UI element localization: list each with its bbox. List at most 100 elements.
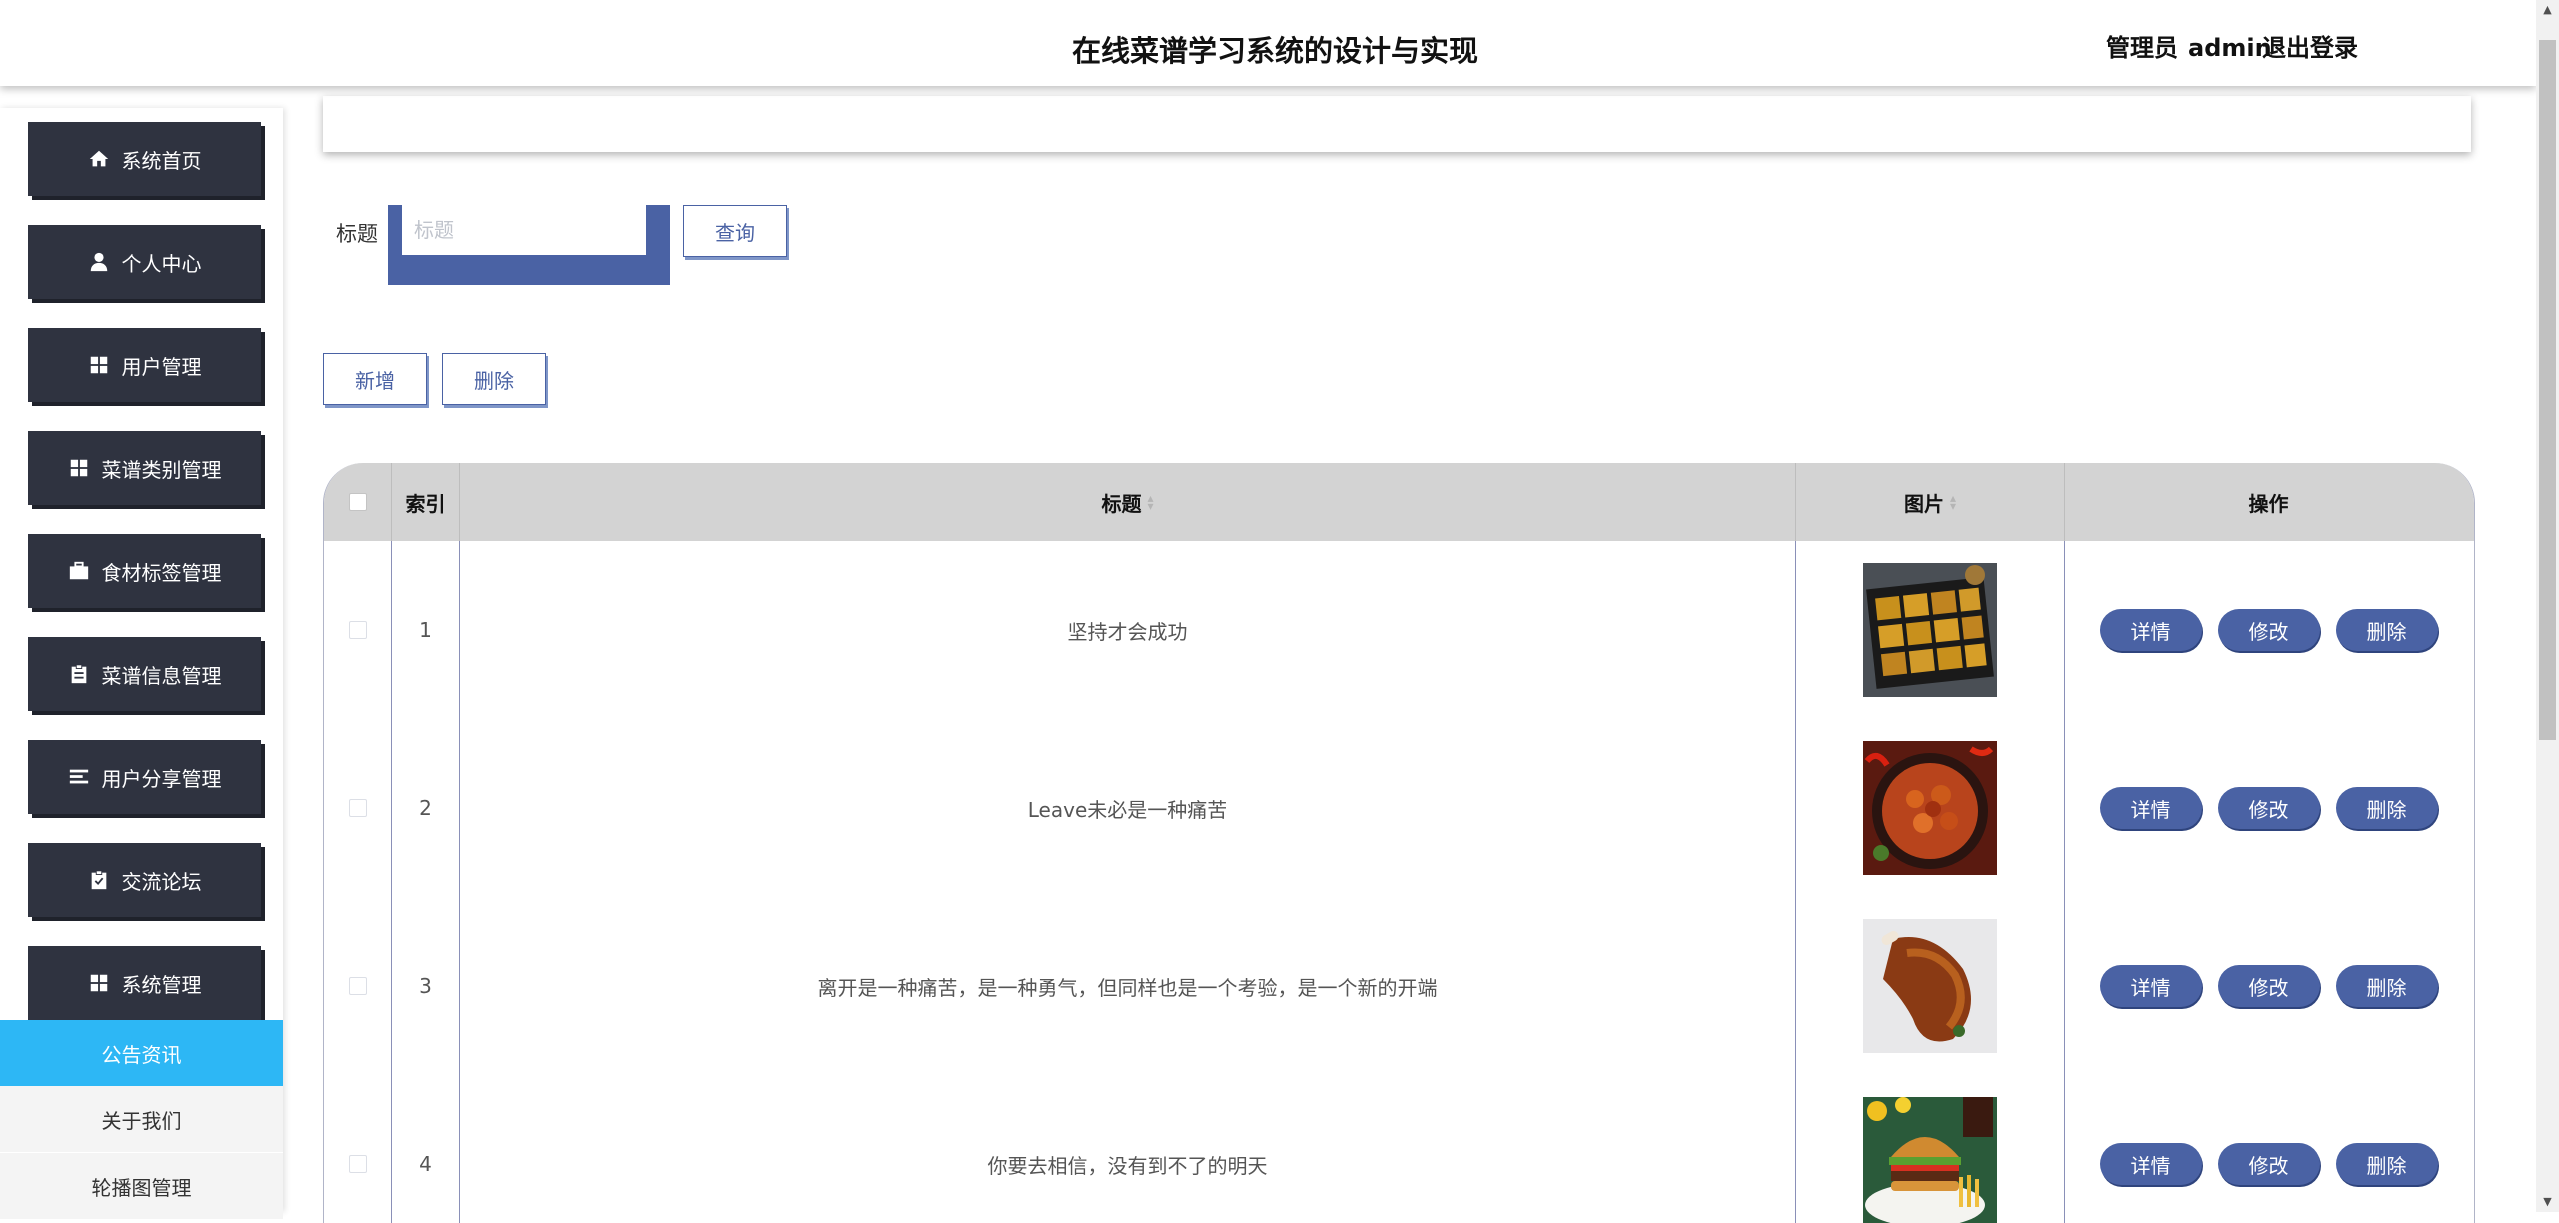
sidebar-item-ingredient-tags[interactable]: 食材标签管理 [28, 534, 261, 608]
sort-icon[interactable]: ▴ ▾ [1950, 492, 1956, 512]
row-actions-cell: 详情 修改 删除 [2065, 719, 2472, 897]
row-delete-button[interactable]: 删除 [2335, 1143, 2438, 1185]
sidebar-item-home[interactable]: 系统首页 [28, 122, 261, 196]
list-icon [69, 769, 88, 784]
sidebar-item-label: 系统首页 [121, 148, 202, 173]
select-all-checkbox[interactable] [348, 493, 367, 511]
row-select-cell [324, 541, 392, 719]
sidebar: 系统首页 个人中心 用户管理 菜谱类别管理 食材标签管理 菜谱信息管理 用户分享… [0, 108, 283, 1219]
row-image-cell [1796, 541, 2065, 719]
row-title: Leave未必是一种痛苦 [460, 719, 1796, 897]
sidebar-item-label: 菜谱信息管理 [101, 663, 222, 688]
table-row: 4 你要去相信，没有到不了的明天 详情 修改 删除 [324, 1075, 2474, 1223]
briefcase-icon [69, 561, 88, 580]
sidebar-item-forum[interactable]: 交流论坛 [28, 843, 261, 917]
table-header: 索引 标题 ▴ ▾ 图片 ▴ ▾ 操作 [324, 463, 2474, 541]
row-index: 4 [392, 1075, 460, 1223]
roast-chicken-image [1863, 919, 1997, 1053]
search-box [388, 205, 670, 285]
sidebar-item-label: 用户分享管理 [101, 766, 222, 791]
row-index: 2 [392, 719, 460, 897]
sidebar-subitem-carousel[interactable]: 轮播图管理 [0, 1153, 283, 1219]
scroll-down-arrow-icon[interactable]: ▼ [2536, 1192, 2559, 1212]
table-row: 1 坚持才会成功 详情 修改 删除 [324, 541, 2474, 720]
row-checkbox[interactable] [348, 1155, 367, 1173]
logout-link[interactable]: 退出登录 [2262, 28, 2358, 63]
row-title: 你要去相信，没有到不了的明天 [460, 1075, 1796, 1223]
row-checkbox[interactable] [348, 799, 367, 817]
row-checkbox[interactable] [348, 621, 367, 639]
row-edit-button[interactable]: 修改 [2217, 965, 2320, 1007]
row-delete-button[interactable]: 删除 [2335, 965, 2438, 1007]
row-detail-button[interactable]: 详情 [2099, 1143, 2202, 1185]
sidebar-subitem-about-us[interactable]: 关于我们 [0, 1086, 283, 1152]
header-title[interactable]: 标题 ▴ ▾ [460, 463, 1796, 541]
sidebar-item-label: 菜谱类别管理 [101, 457, 222, 482]
table-row: 3 离开是一种痛苦，是一种勇气，但同样也是一个考验，是一个新的开端 详情 修改 … [324, 897, 2474, 1076]
sidebar-item-system[interactable]: 系统管理 [28, 946, 261, 1020]
row-edit-button[interactable]: 修改 [2217, 609, 2320, 651]
row-delete-button[interactable]: 删除 [2335, 787, 2438, 829]
row-edit-button[interactable]: 修改 [2217, 787, 2320, 829]
row-index: 3 [392, 897, 460, 1075]
header-title-label: 标题 [1101, 491, 1142, 516]
sidebar-item-label: 个人中心 [121, 251, 202, 276]
sidebar-item-label: 食材标签管理 [101, 560, 222, 585]
row-select-cell [324, 1075, 392, 1223]
row-image-cell [1796, 1075, 2065, 1223]
row-actions-cell: 详情 修改 删除 [2065, 541, 2472, 719]
burger-fries-image [1863, 1097, 1997, 1223]
row-detail-button[interactable]: 详情 [2099, 965, 2202, 1007]
grid-icon [70, 459, 87, 477]
sidebar-item-label: 用户管理 [121, 354, 202, 379]
sidebar-item-recipe-category[interactable]: 菜谱类别管理 [28, 431, 261, 505]
clipboard-icon [71, 664, 86, 684]
header-index: 索引 [392, 463, 460, 541]
page-scrollbar[interactable]: ▲ ▼ [2536, 0, 2559, 1212]
clipboard-check-icon [91, 870, 106, 890]
baked-pastries-image [1863, 563, 1997, 697]
scroll-up-arrow-icon[interactable]: ▲ [2536, 0, 2559, 20]
batch-delete-button[interactable]: 删除 [442, 353, 546, 405]
row-image-cell [1796, 897, 2065, 1075]
row-detail-button[interactable]: 详情 [2099, 787, 2202, 829]
sort-icon[interactable]: ▴ ▾ [1147, 492, 1153, 512]
row-delete-button[interactable]: 删除 [2335, 609, 2438, 651]
sidebar-item-recipe-info[interactable]: 菜谱信息管理 [28, 637, 261, 711]
top-header: 在线菜谱学习系统的设计与实现 管理员 admin 退出登录 [0, 0, 2536, 86]
sidebar-subitem-announcements[interactable]: 公告资讯 [0, 1020, 283, 1086]
grid-icon [90, 974, 107, 992]
row-detail-button[interactable]: 详情 [2099, 609, 2202, 651]
row-image-cell [1796, 719, 2065, 897]
user-role: 管理员 [2106, 34, 2178, 62]
search-button[interactable]: 查询 [683, 205, 787, 257]
user-name: admin [2188, 34, 2272, 62]
row-actions-cell: 详情 修改 删除 [2065, 1075, 2472, 1223]
sidebar-item-profile[interactable]: 个人中心 [28, 225, 261, 299]
header-image[interactable]: 图片 ▴ ▾ [1796, 463, 2065, 541]
table-row: 2 Leave未必是一种痛苦 详情 修改 删除 [324, 719, 2474, 898]
sidebar-item-label: 系统管理 [121, 972, 202, 997]
row-checkbox[interactable] [348, 977, 367, 995]
header-image-label: 图片 [1903, 491, 1944, 516]
row-select-cell [324, 719, 392, 897]
sidebar-item-label: 交流论坛 [121, 869, 202, 894]
sidebar-item-users[interactable]: 用户管理 [28, 328, 261, 402]
row-actions-cell: 详情 修改 删除 [2065, 897, 2472, 1075]
add-button[interactable]: 新增 [323, 353, 427, 405]
header-select-cell [324, 463, 392, 541]
header-operation: 操作 [2248, 491, 2289, 516]
sidebar-item-user-share[interactable]: 用户分享管理 [28, 740, 261, 814]
row-title: 离开是一种痛苦，是一种勇气，但同样也是一个考验，是一个新的开端 [460, 897, 1796, 1075]
grid-icon [90, 356, 107, 374]
scrollbar-thumb[interactable] [2539, 40, 2556, 740]
data-table: 索引 标题 ▴ ▾ 图片 ▴ ▾ 操作 1 坚持才会成功 详情 修改 删除 2 … [323, 463, 2475, 1223]
row-edit-button[interactable]: 修改 [2217, 1143, 2320, 1185]
search-title-input[interactable] [402, 205, 646, 255]
row-index: 1 [392, 541, 460, 719]
user-icon [90, 252, 107, 272]
row-select-cell [324, 897, 392, 1075]
search-label: 标题 [336, 222, 378, 246]
current-user: 管理员 admin [2106, 28, 2282, 63]
row-title: 坚持才会成功 [460, 541, 1796, 719]
